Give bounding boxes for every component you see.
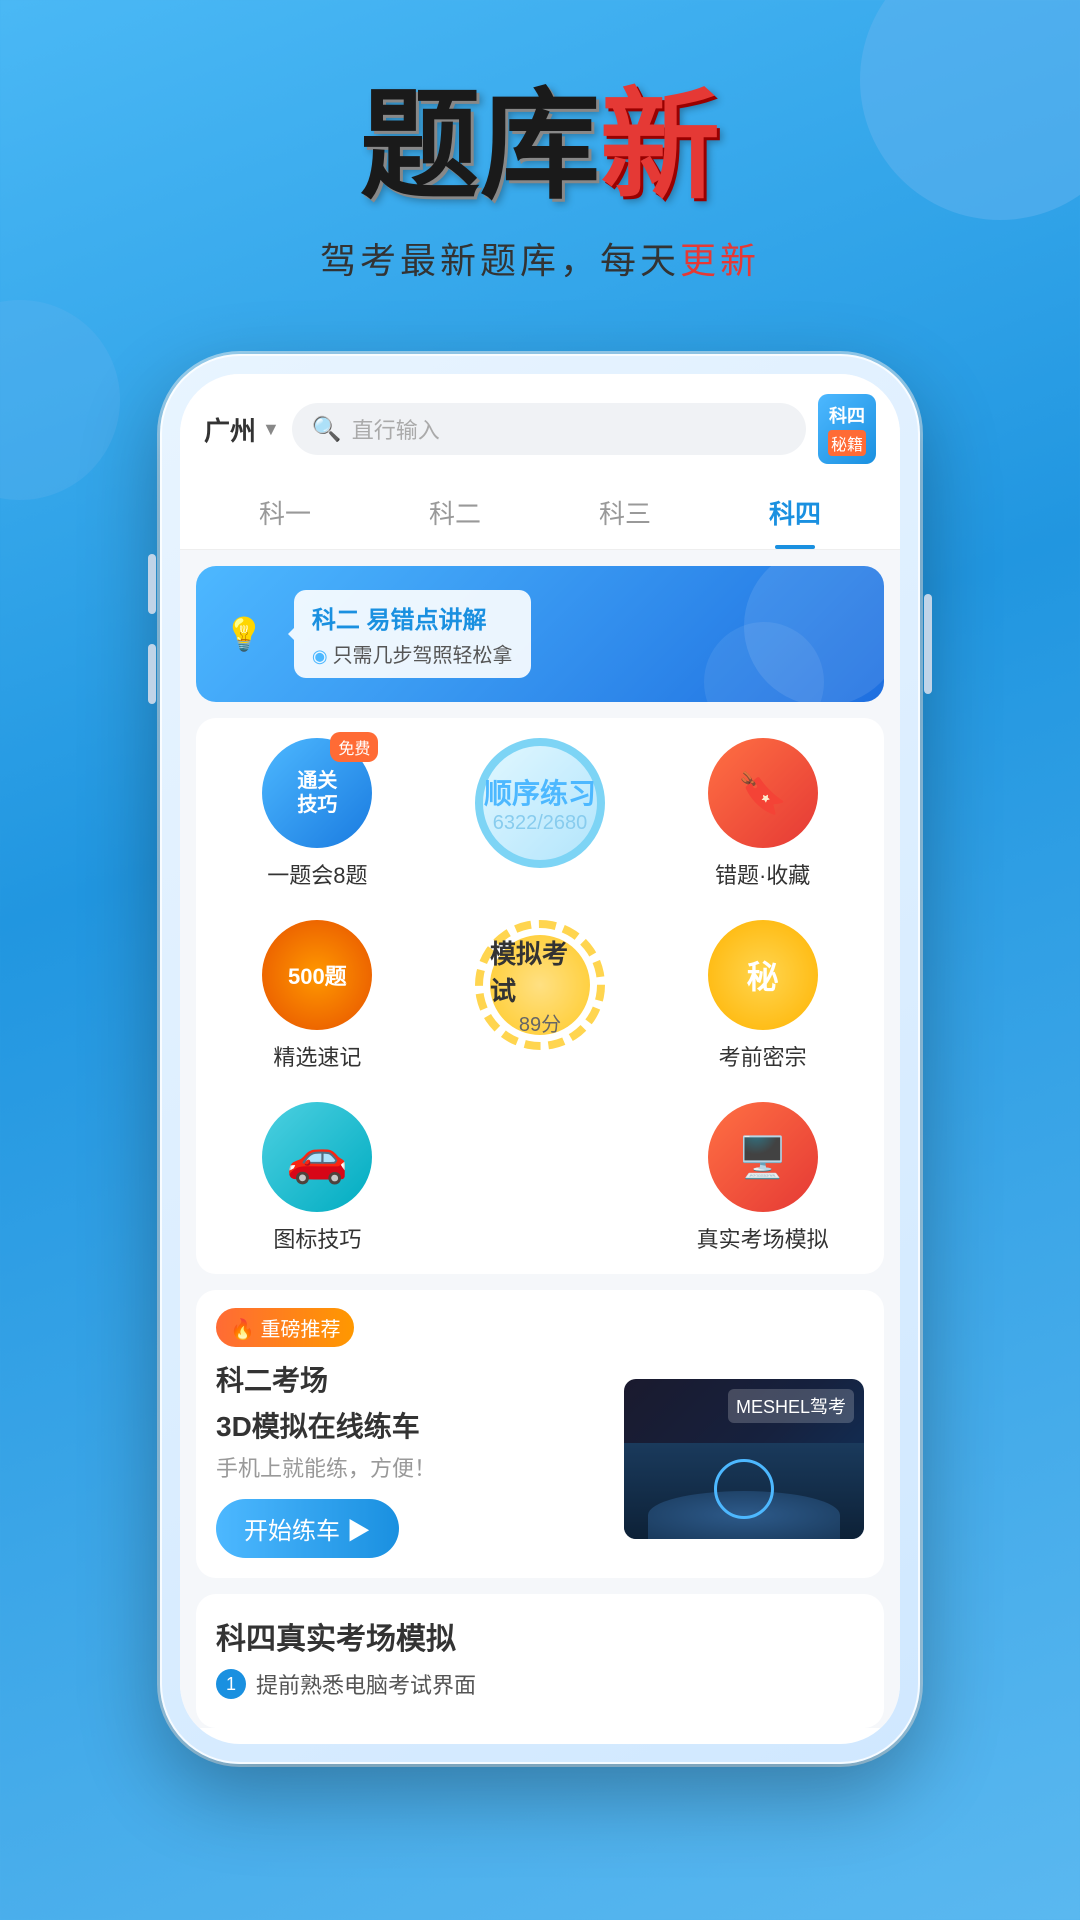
mock-exam-circle: 模拟考试 89分 (475, 920, 605, 1050)
title-black: 题库 (360, 79, 600, 213)
real-exam-label: 真实考场模拟 (697, 1222, 829, 1254)
secret-badge[interactable]: 科四 秘籍 (818, 394, 876, 464)
icon-skills-label: 图标技巧 (273, 1222, 361, 1254)
free-badge: 免费 (330, 732, 378, 762)
feature-icon-skills[interactable]: 🚗 图标技巧 (227, 1102, 407, 1254)
rec-image-label: MESHEL驾考 (728, 1389, 854, 1423)
features-section: 通关 技巧 免费 一题会8题 (196, 718, 884, 1274)
mock-exam-inner: 模拟考试 89分 (490, 935, 590, 1035)
phone-vol-down-button (148, 644, 156, 704)
icon-skills-icon: 🚗 (262, 1102, 372, 1212)
wrong-collect-icon: 🔖 (708, 738, 818, 848)
tongguanjiqiao-inner: 通关 技巧 (297, 769, 337, 817)
rec-text-area: 科二考场 3D模拟在线练车 手机上就能练，方便！ 开始练车 ▶ (216, 1359, 604, 1558)
rec-title1: 科二考场 (216, 1359, 604, 1399)
phone-screen: 广州 ▼ 🔍 直行输入 科四 秘籍 科一 (180, 374, 900, 1744)
feature-row-2: 500题 精选速记 模拟考试 89分 (196, 900, 884, 1082)
rec-image-speedometer (714, 1459, 774, 1519)
tab-ke3[interactable]: 科三 (540, 476, 710, 549)
bottom-list-item-1: 1 提前熟悉电脑考试界面 (216, 1668, 864, 1700)
feature-real-exam[interactable]: 🖥️ 真实考场模拟 (673, 1102, 853, 1254)
location-arrow-icon: ▼ (262, 419, 280, 440)
rec-badge: 🔥 重磅推荐 (216, 1308, 354, 1347)
subtitle: 驾考最新题库，每天更新 (60, 232, 1020, 284)
bottom-section-title: 科四真实考场模拟 (216, 1614, 864, 1658)
phone-vol-up-button (148, 554, 156, 614)
kaomian-icon: 秘 (708, 920, 818, 1030)
rec-header: 🔥 重磅推荐 (196, 1290, 884, 1359)
banner-subtitle: ◉ 只需几步驾照轻松拿 (312, 639, 513, 668)
badge-text-sub: 秘籍 (828, 430, 866, 456)
rec-content: 科二考场 3D模拟在线练车 手机上就能练，方便！ 开始练车 ▶ MESHEL驾考 (196, 1359, 884, 1578)
tongguanjiqiao-icon-wrap: 通关 技巧 免费 (262, 738, 372, 848)
real-exam-icon: 🖥️ (708, 1102, 818, 1212)
rec-image: MESHEL驾考 (624, 1379, 864, 1539)
sequential-circle: 顺序练习 6322/2680 (475, 738, 605, 868)
location-button[interactable]: 广州 ▼ (204, 411, 280, 448)
banner-speech-bubble: 科二 易错点讲解 ◉ 只需几步驾照轻松拿 (294, 590, 531, 678)
banner-bulb-icon: 💡 (224, 615, 264, 653)
bookmark-icon: 🔖 (738, 770, 788, 817)
app-content: 广州 ▼ 🔍 直行输入 科四 秘籍 科一 (180, 374, 900, 1728)
main-title: 题库新 (60, 80, 1020, 212)
feature-jingxuansuji[interactable]: 500题 精选速记 (227, 920, 407, 1072)
phone-wrapper: 广州 ▼ 🔍 直行输入 科四 秘籍 科一 (0, 324, 1080, 1764)
header-section: 题库新 驾考最新题库，每天更新 (0, 0, 1080, 324)
list-num-1: 1 (216, 1669, 246, 1699)
rec-title2: 3D模拟在线练车 (216, 1405, 604, 1445)
location-text: 广州 (204, 411, 256, 448)
badge-text-main: 科四 (828, 402, 866, 428)
subtitle-red: 更新 (680, 240, 760, 281)
title-red: 新 (600, 79, 720, 213)
feature-mock-exam[interactable]: 模拟考试 89分 (450, 920, 630, 1050)
feature-wrong-collect[interactable]: 🔖 错题·收藏 (673, 738, 853, 890)
jingxuansuji-icon: 500题 (262, 920, 372, 1030)
sequential-inner: 顺序练习 6322/2680 (484, 772, 596, 835)
subtitle-normal: 驾考最新题库，每天 (320, 240, 680, 281)
bottom-item-1-text: 提前熟悉电脑考试界面 (256, 1668, 476, 1700)
tongguanjiqiao-label: 一题会8题 (267, 858, 367, 890)
feature-kaomian[interactable]: 秘 考前密宗 (673, 920, 853, 1072)
phone-power-button (924, 594, 932, 694)
banner-title: 科二 易错点讲解 (312, 600, 513, 635)
banner[interactable]: 💡 科二 易错点讲解 ◉ 只需几步驾照轻松拿 (196, 566, 884, 702)
feature-sequential[interactable]: 顺序练习 6322/2680 (450, 738, 630, 868)
feature-tongguanjiqiao[interactable]: 通关 技巧 免费 一题会8题 (227, 738, 407, 890)
tab-ke1[interactable]: 科一 (200, 476, 370, 549)
jingxuansuji-label: 精选速记 (273, 1040, 361, 1072)
tab-ke4[interactable]: 科四 (710, 476, 880, 549)
phone-mockup: 广州 ▼ 🔍 直行输入 科四 秘籍 科一 (160, 354, 920, 1764)
start-practice-button[interactable]: 开始练车 ▶ (216, 1499, 399, 1558)
top-bar: 广州 ▼ 🔍 直行输入 科四 秘籍 (180, 374, 900, 476)
kaomian-label: 考前密宗 (719, 1040, 807, 1072)
feature-row-3: 🚗 图标技巧 🖥️ 真实考场模拟 (196, 1082, 884, 1264)
search-bar[interactable]: 🔍 直行输入 (292, 403, 806, 455)
wrong-collect-label: 错题·收藏 (715, 858, 810, 890)
search-icon: 🔍 (312, 415, 342, 444)
tab-ke2[interactable]: 科二 (370, 476, 540, 549)
bottom-section: 科四真实考场模拟 1 提前熟悉电脑考试界面 (196, 1594, 884, 1728)
recommendation-section: 🔥 重磅推荐 科二考场 3D模拟在线练车 手机上就能练，方便！ 开始练车 ▶ (196, 1290, 884, 1578)
nav-tabs: 科一 科二 科三 科四 (180, 476, 900, 550)
search-placeholder-text: 直行输入 (352, 413, 440, 445)
feature-row-1: 通关 技巧 免费 一题会8题 (196, 718, 884, 900)
rec-subtitle: 手机上就能练，方便！ (216, 1451, 604, 1483)
